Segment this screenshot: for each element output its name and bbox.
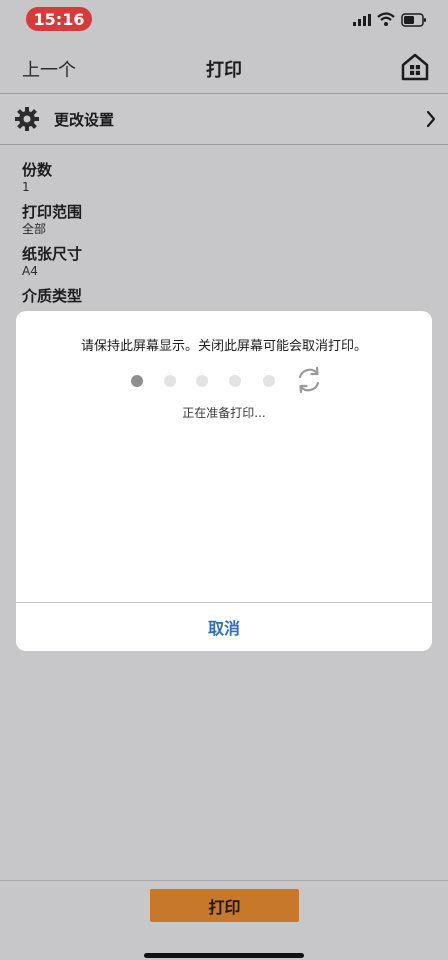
progress-dot <box>229 375 241 387</box>
signal-icon <box>353 14 371 26</box>
status-time: 15:16 <box>26 7 92 31</box>
dialog-message: 请保持此屏幕显示。关闭此屏幕可能会取消打印。 <box>80 339 367 354</box>
progress-dot <box>131 375 143 387</box>
setting-value: 1 <box>22 180 30 194</box>
progress-dot <box>196 375 208 387</box>
cancel-button[interactable]: 取消 <box>16 603 432 651</box>
gear-icon <box>15 107 39 131</box>
print-progress-dialog: 请保持此屏幕显示。关闭此屏幕可能会取消打印。 正在准备打印... 取消 <box>16 311 432 651</box>
setting-value: 全部 <box>22 222 47 236</box>
print-button[interactable]: 打印 <box>150 889 299 922</box>
battery-icon <box>401 13 426 27</box>
setting-value: A4 <box>22 264 38 278</box>
setting-paper-size[interactable]: 纸张尺寸 A4 <box>22 244 422 286</box>
setting-print-range[interactable]: 打印范围 全部 <box>22 202 422 244</box>
setting-title: 纸张尺寸 <box>22 245 83 263</box>
setting-copies[interactable]: 份数 1 <box>22 160 422 202</box>
chevron-right-icon <box>426 110 436 128</box>
change-settings-row[interactable]: 更改设置 <box>0 93 448 145</box>
setting-title: 份数 <box>22 161 53 179</box>
change-settings-label: 更改设置 <box>54 111 115 129</box>
progress-dot <box>164 375 176 387</box>
dialog-status-text: 正在准备打印... <box>182 406 266 420</box>
sync-icon <box>298 366 320 394</box>
navigation-bar: 打印 上一个 <box>0 44 448 92</box>
setting-title: 打印范围 <box>22 203 83 221</box>
back-button[interactable]: 上一个 <box>22 56 76 82</box>
setting-title: 介质类型 <box>22 287 83 305</box>
home-icon[interactable] <box>400 52 430 82</box>
wifi-icon <box>377 12 395 26</box>
progress-dot <box>263 375 275 387</box>
print-settings-list: 份数 1 打印范围 全部 纸张尺寸 A4 介质类型 <box>22 160 422 328</box>
bottom-toolbar: 打印 <box>0 880 448 960</box>
progress-indicator <box>16 363 432 397</box>
status-bar: 15:16 <box>0 0 448 40</box>
home-indicator <box>144 953 304 958</box>
